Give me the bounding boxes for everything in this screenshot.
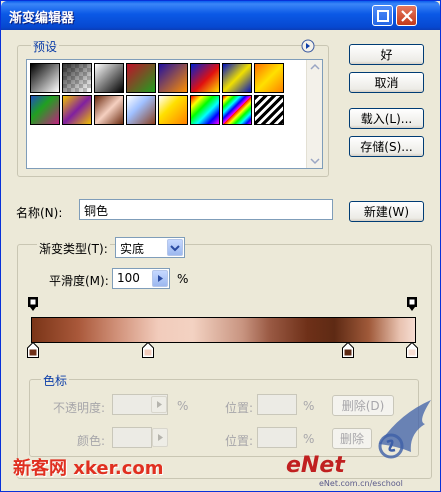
preset-swatch[interactable] bbox=[222, 95, 252, 125]
watermark-right-logo: eNet bbox=[286, 453, 345, 478]
opacity-label: 不透明度: bbox=[53, 401, 106, 415]
smoothness-label: 平滑度(M): bbox=[49, 274, 109, 288]
preset-swatch[interactable] bbox=[126, 95, 156, 125]
preset-swatch[interactable] bbox=[158, 95, 188, 125]
opacity-location-unit: % bbox=[303, 399, 315, 413]
delete-color-stop-button[interactable]: 删除 bbox=[332, 428, 372, 449]
cancel-button[interactable]: 取消 bbox=[349, 72, 424, 93]
preset-swatch[interactable] bbox=[62, 95, 92, 125]
chevron-right-icon bbox=[158, 434, 163, 441]
gradient-preview-bar[interactable] bbox=[31, 317, 416, 343]
color-swatch-field[interactable] bbox=[112, 427, 152, 448]
opacity-unit: % bbox=[177, 399, 189, 413]
chevron-down-icon bbox=[170, 245, 180, 252]
preset-swatch[interactable] bbox=[30, 95, 60, 125]
opacity-stop-right[interactable] bbox=[407, 297, 417, 311]
smoothness-unit: % bbox=[177, 272, 189, 286]
preset-swatch-list[interactable] bbox=[26, 59, 323, 169]
gradient-editor-window: 渐变编辑器 预设 好 取消 载入(L)... 存储(S)... 名称(N): 铜… bbox=[0, 0, 441, 492]
preset-swatch[interactable] bbox=[62, 63, 92, 93]
opacity-location-input[interactable] bbox=[257, 394, 297, 415]
name-label: 名称(N): bbox=[16, 206, 63, 220]
gradient-type-value: 实底 bbox=[120, 242, 145, 256]
preset-swatch[interactable] bbox=[190, 63, 220, 93]
color-picker-button[interactable] bbox=[152, 428, 168, 447]
chevron-right-icon bbox=[157, 401, 162, 408]
presets-menu-icon[interactable] bbox=[301, 39, 315, 53]
preset-swatch[interactable] bbox=[94, 95, 124, 125]
scroll-arrows-icon bbox=[310, 63, 320, 165]
color-stops-label: 色标 bbox=[41, 372, 70, 389]
preset-scrollbar[interactable] bbox=[306, 60, 322, 168]
chevron-right-icon bbox=[158, 275, 163, 282]
color-stop-2[interactable] bbox=[142, 342, 154, 358]
preset-swatch[interactable] bbox=[158, 63, 188, 93]
watermark-right-url: eNet.com.cn/eschool bbox=[319, 479, 403, 488]
watermark-left: 新客网 xker.com bbox=[13, 458, 164, 479]
color-location-input[interactable] bbox=[257, 427, 297, 448]
new-button[interactable]: 新建(W) bbox=[349, 201, 424, 222]
title-bar[interactable]: 渐变编辑器 bbox=[1, 1, 440, 30]
load-button[interactable]: 载入(L)... bbox=[349, 108, 424, 129]
ok-button[interactable]: 好 bbox=[349, 44, 424, 65]
bird-logo-icon bbox=[378, 400, 431, 459]
preset-swatch[interactable] bbox=[190, 95, 220, 125]
close-icon bbox=[401, 10, 413, 22]
presets-label: 预设 bbox=[31, 38, 60, 55]
opacity-location-label: 位置: bbox=[225, 401, 254, 415]
close-button[interactable] bbox=[396, 5, 417, 26]
help-button[interactable] bbox=[372, 5, 393, 26]
color-stop-4[interactable] bbox=[406, 342, 418, 358]
color-stop-1[interactable] bbox=[27, 342, 39, 358]
color-label: 颜色: bbox=[77, 434, 106, 448]
opacity-slider-button[interactable] bbox=[151, 396, 167, 413]
preset-swatch[interactable] bbox=[94, 63, 124, 93]
gradient-type-dropdown-button[interactable] bbox=[167, 239, 183, 256]
preset-swatch[interactable] bbox=[254, 63, 284, 93]
preset-swatch[interactable] bbox=[254, 95, 284, 125]
color-location-unit: % bbox=[303, 432, 315, 446]
opacity-stop-left[interactable] bbox=[28, 297, 38, 311]
save-button[interactable]: 存储(S)... bbox=[349, 136, 424, 157]
gradient-type-label: 渐变类型(T): bbox=[37, 240, 110, 257]
preset-swatch[interactable] bbox=[30, 63, 60, 93]
preset-swatch[interactable] bbox=[126, 63, 156, 93]
color-stop-3[interactable] bbox=[342, 342, 354, 358]
color-location-label: 位置: bbox=[225, 434, 254, 448]
name-input[interactable]: 铜色 bbox=[79, 199, 333, 220]
preset-swatch[interactable] bbox=[222, 63, 252, 93]
smoothness-slider-button[interactable] bbox=[152, 270, 168, 287]
window-title: 渐变编辑器 bbox=[9, 11, 75, 26]
help-icon bbox=[377, 10, 389, 22]
